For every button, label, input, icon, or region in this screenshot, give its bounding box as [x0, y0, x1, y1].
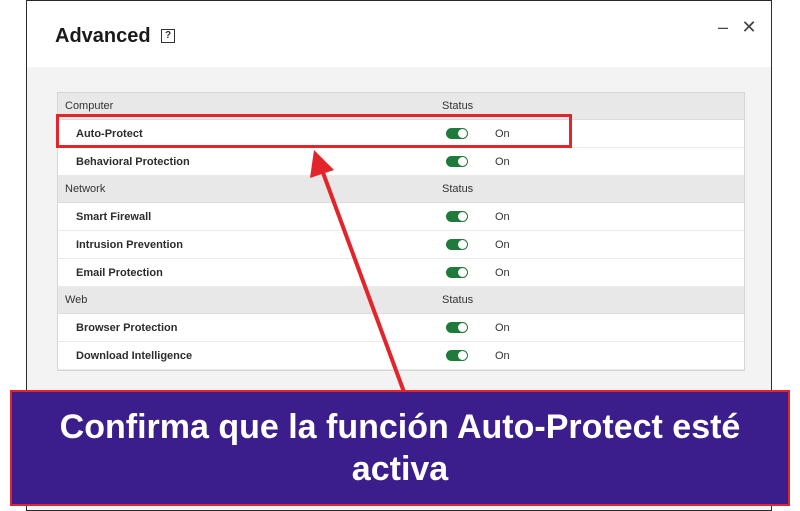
close-button[interactable]: ✕ — [739, 17, 759, 37]
setting-label: Browser Protection — [76, 322, 178, 334]
email-protection-toggle[interactable] — [446, 267, 468, 278]
browser-protection-toggle[interactable] — [446, 322, 468, 333]
status-column-header: Status — [442, 100, 474, 112]
toggle-knob — [458, 240, 467, 249]
setting-row-intrusion-prevention: Intrusion Prevention On — [58, 231, 744, 259]
toggle-knob — [458, 157, 467, 166]
section-name: Computer — [65, 100, 114, 112]
caption-text: Confirma que la función Auto-Protect est… — [59, 408, 741, 488]
auto-protect-highlight-box — [56, 114, 572, 148]
toggle-knob — [458, 212, 467, 221]
setting-label: Email Protection — [76, 267, 163, 279]
section-header-web: Web Status — [58, 287, 744, 314]
section-name: Web — [65, 294, 88, 306]
setting-state: On — [495, 156, 510, 168]
setting-state: On — [495, 322, 510, 334]
toggle-knob — [458, 351, 467, 360]
intrusion-prevention-toggle[interactable] — [446, 239, 468, 250]
setting-row-smart-firewall: Smart Firewall On — [58, 203, 744, 231]
section-header-network: Network Status — [58, 176, 744, 203]
setting-label: Intrusion Prevention — [76, 239, 183, 251]
window-title: Advanced — [55, 25, 151, 47]
download-intelligence-toggle[interactable] — [446, 350, 468, 361]
setting-row-email-protection: Email Protection On — [58, 259, 744, 287]
toggle-knob — [458, 268, 467, 277]
setting-row-browser-protection: Browser Protection On — [58, 314, 744, 342]
behavioral-protection-toggle[interactable] — [446, 156, 468, 167]
caption-banner: Confirma que la función Auto-Protect est… — [10, 390, 790, 506]
title-bar: Advanced ? – ✕ — [27, 1, 771, 67]
setting-state: On — [495, 211, 510, 223]
smart-firewall-toggle[interactable] — [446, 211, 468, 222]
setting-state: On — [495, 350, 510, 362]
setting-row-behavioral-protection: Behavioral Protection On — [58, 148, 744, 176]
setting-label: Smart Firewall — [76, 211, 152, 223]
toggle-knob — [458, 323, 467, 332]
setting-state: On — [495, 267, 510, 279]
setting-label: Behavioral Protection — [76, 156, 190, 168]
setting-row-download-intelligence: Download Intelligence On — [58, 342, 744, 370]
help-icon[interactable]: ? — [161, 29, 175, 43]
status-column-header: Status — [442, 294, 474, 306]
setting-state: On — [495, 239, 510, 251]
setting-label: Download Intelligence — [76, 350, 193, 362]
minimize-button[interactable]: – — [713, 17, 733, 37]
section-name: Network — [65, 183, 106, 195]
status-column-header: Status — [442, 183, 474, 195]
